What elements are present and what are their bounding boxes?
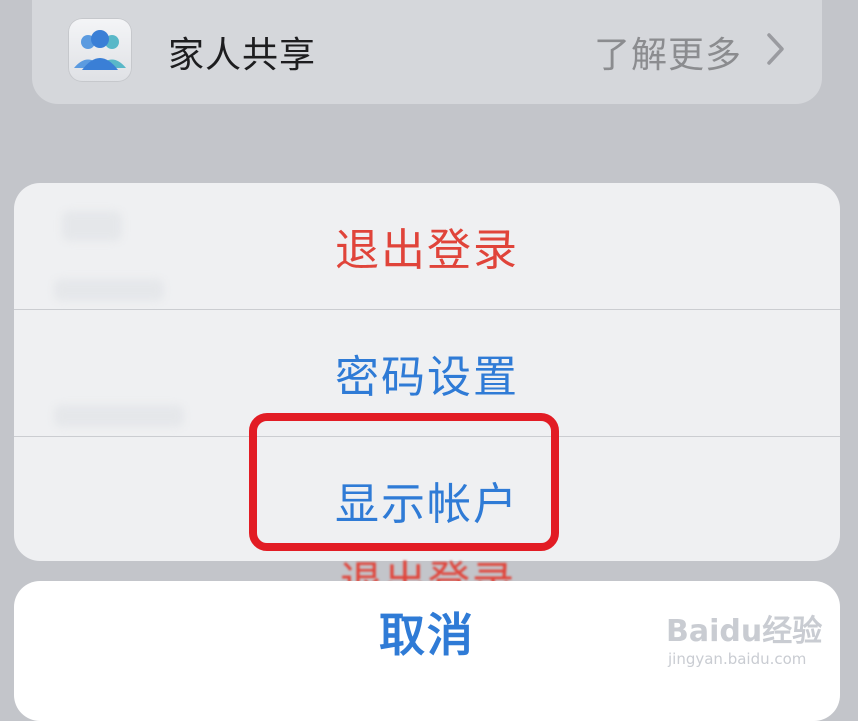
baidu-watermark: Baidu经验 jingyan.baidu.com bbox=[666, 606, 826, 676]
chevron-right-icon bbox=[764, 30, 788, 72]
watermark-logo: Baidu经验 bbox=[666, 614, 823, 649]
watermark-url: jingyan.baidu.com bbox=[668, 650, 807, 668]
family-sharing-label: 家人共享 bbox=[168, 35, 317, 76]
sign-out-button[interactable]: 退出登录 bbox=[14, 183, 840, 309]
highlight-box bbox=[249, 413, 559, 551]
family-people-icon bbox=[68, 18, 132, 82]
learn-more-link[interactable]: 了解更多 bbox=[594, 26, 742, 78]
